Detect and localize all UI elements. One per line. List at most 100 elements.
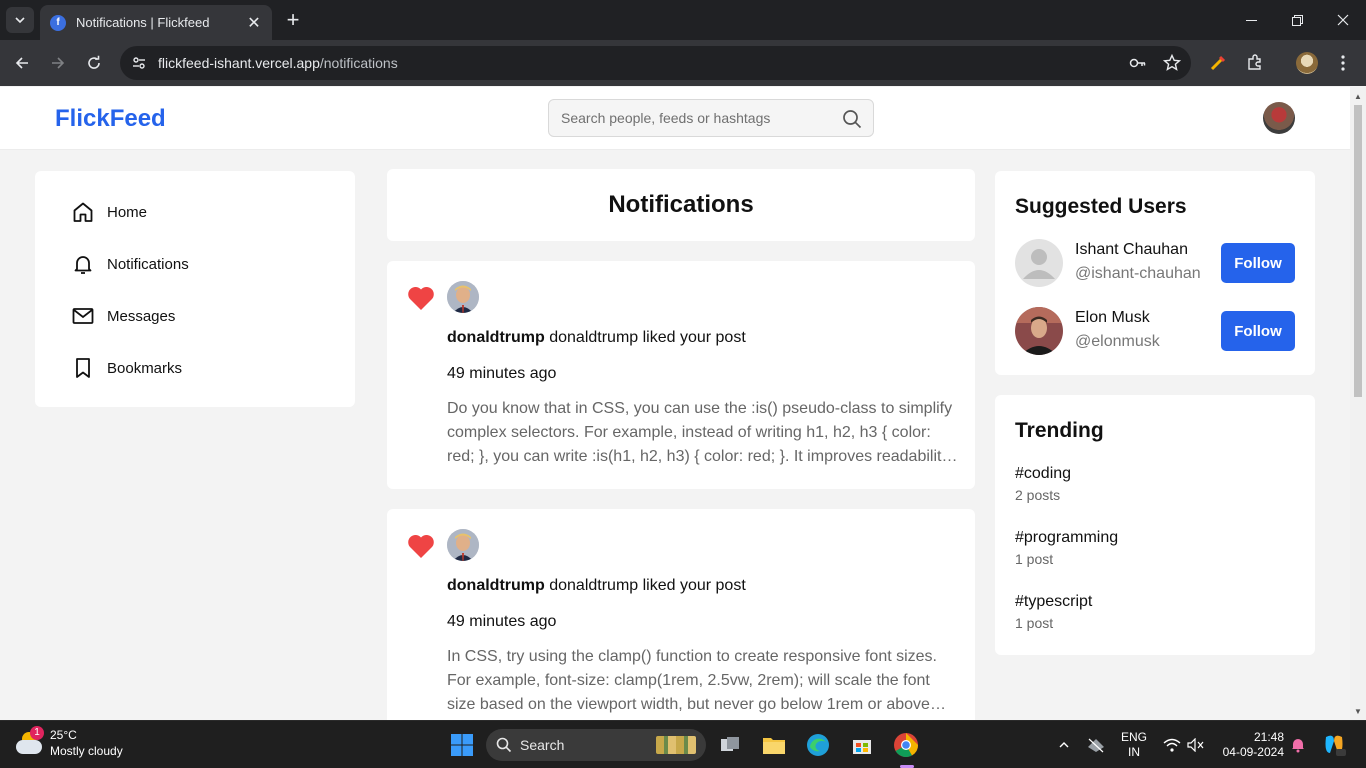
browser-menu-icon[interactable] xyxy=(1330,50,1356,76)
avatar[interactable] xyxy=(1015,307,1063,355)
trending-item[interactable]: #typescript 1 post xyxy=(1015,593,1092,631)
star-icon[interactable] xyxy=(1163,54,1181,72)
site-info-icon[interactable] xyxy=(122,46,156,80)
trending-count: 1 post xyxy=(1015,551,1054,567)
sidebar-item-messages[interactable]: Messages xyxy=(71,303,175,329)
trending-item[interactable]: #coding 2 posts xyxy=(1015,465,1071,503)
notification-text: donaldtrump donaldtrump liked your post xyxy=(447,329,746,347)
browser-tab-active[interactable]: f Notifications | Flickfeed ✕ xyxy=(40,5,272,40)
sidebar-item-notifications[interactable]: Notifications xyxy=(71,251,189,277)
file-explorer-icon[interactable] xyxy=(758,729,790,761)
notification-time: 49 minutes ago xyxy=(447,613,557,630)
os-taskbar: 1 25°C Mostly cloudy Search ENG IN 21:48… xyxy=(0,720,1366,768)
notification-post-preview[interactable]: Do you know that in CSS, you can use the… xyxy=(447,397,959,469)
reload-icon xyxy=(88,55,100,69)
profile-avatar-icon[interactable] xyxy=(1294,50,1320,76)
logo[interactable]: FlickFeed xyxy=(55,105,166,133)
avatar[interactable] xyxy=(1015,239,1063,287)
notification-post-preview[interactable]: In CSS, try using the clamp() function t… xyxy=(447,645,959,717)
avatar[interactable] xyxy=(447,281,479,313)
url-text: flickfeed-ishant.vercel.app/notification… xyxy=(158,55,398,71)
suggested-users-card: Suggested Users Ishant Chauhan @ishant-c… xyxy=(995,171,1315,375)
notification-item[interactable]: donaldtrump donaldtrump liked your post … xyxy=(387,261,975,489)
key-icon[interactable] xyxy=(1129,54,1147,72)
taskbar-search[interactable]: Search xyxy=(486,729,706,761)
minimize-button[interactable] xyxy=(1228,0,1274,40)
pen-extension-icon[interactable] xyxy=(1205,50,1231,76)
trending-item[interactable]: #programming 1 post xyxy=(1015,529,1118,567)
restore-icon xyxy=(1291,14,1303,26)
clock[interactable]: 21:48 04-09-2024 xyxy=(1214,730,1284,760)
notification-bell-icon[interactable] xyxy=(1282,729,1314,761)
notification-user[interactable]: donaldtrump xyxy=(447,329,545,346)
back-button[interactable] xyxy=(9,50,35,76)
task-view-icon[interactable] xyxy=(714,729,746,761)
new-tab-button[interactable]: + xyxy=(282,7,304,32)
trending-tag: #coding xyxy=(1015,465,1072,482)
edge-browser-icon[interactable] xyxy=(802,729,834,761)
notification-item[interactable]: donaldtrump donaldtrump liked your post … xyxy=(387,509,975,720)
page-scrollbar[interactable]: ▲ ▼ xyxy=(1350,87,1366,720)
search-icon[interactable] xyxy=(842,109,862,129)
omnibox-actions xyxy=(1129,46,1181,80)
network-off-icon[interactable] xyxy=(1080,729,1112,761)
clock-date: 04-09-2024 xyxy=(1222,745,1284,759)
user-avatar[interactable] xyxy=(1263,102,1295,134)
weather-desc: Mostly cloudy xyxy=(50,744,123,758)
scroll-thumb[interactable] xyxy=(1354,105,1362,397)
mail-icon xyxy=(71,304,95,328)
suggested-user-handle: @elonmusk xyxy=(1075,333,1160,350)
forward-button[interactable] xyxy=(45,50,71,76)
store-icon[interactable] xyxy=(846,729,878,761)
sidebar-item-bookmarks[interactable]: Bookmarks xyxy=(71,355,182,381)
url-host: flickfeed-ishant.vercel.app xyxy=(158,55,320,71)
trending-tag: #programming xyxy=(1015,529,1119,546)
weather-text: 25°C Mostly cloudy xyxy=(50,727,123,759)
page-title: Notifications xyxy=(608,191,754,218)
suggested-user: Ishant Chauhan @ishant-chauhan Follow xyxy=(1015,239,1295,287)
address-bar[interactable]: flickfeed-ishant.vercel.app/notification… xyxy=(120,46,1191,80)
scroll-up-arrow[interactable]: ▲ xyxy=(1350,89,1366,103)
sidebar-nav: Home Notifications Messages Bookmarks xyxy=(35,171,355,407)
page-viewport: FlickFeed Home Notifications Messages xyxy=(0,87,1350,720)
reload-button[interactable] xyxy=(81,50,107,76)
search-input[interactable] xyxy=(549,100,819,136)
speaker-muted-icon[interactable] xyxy=(1180,729,1212,761)
windows-start-icon[interactable] xyxy=(446,729,478,761)
close-window-button[interactable] xyxy=(1320,0,1366,40)
chrome-icon[interactable] xyxy=(890,729,922,768)
avatar[interactable] xyxy=(447,529,479,561)
arrow-left-icon xyxy=(15,57,28,69)
show-hidden-icons-chevron-icon[interactable] xyxy=(1048,729,1080,761)
sidebar-item-home[interactable]: Home xyxy=(71,199,147,225)
scroll-down-arrow[interactable]: ▼ xyxy=(1350,704,1366,718)
bookmark-icon xyxy=(71,356,95,380)
arrow-right-icon xyxy=(52,57,65,69)
tab-close-icon[interactable]: ✕ xyxy=(246,13,262,33)
suggested-user: Elon Musk @elonmusk Follow xyxy=(1015,307,1295,355)
notification-time: 49 minutes ago xyxy=(447,365,557,382)
suggested-user-name[interactable]: Ishant Chauhan xyxy=(1075,241,1188,259)
heart-icon xyxy=(408,534,434,558)
tab-search-button[interactable] xyxy=(6,7,34,33)
extensions-icon[interactable] xyxy=(1242,50,1268,76)
follow-button[interactable]: Follow xyxy=(1221,243,1295,283)
notification-user[interactable]: donaldtrump xyxy=(447,577,545,594)
search-icon xyxy=(496,737,512,753)
suggested-user-name[interactable]: Elon Musk xyxy=(1075,309,1150,327)
minimize-icon xyxy=(1245,19,1257,21)
suggested-users-title: Suggested Users xyxy=(1015,195,1187,218)
home-icon xyxy=(71,200,95,224)
language-line1: ENG xyxy=(1120,730,1147,744)
favicon-icon: f xyxy=(50,14,66,31)
language-indicator[interactable]: ENG IN xyxy=(1116,730,1152,760)
sidebar-item-label: Home xyxy=(107,203,148,221)
follow-button[interactable]: Follow xyxy=(1221,311,1295,351)
restore-button[interactable] xyxy=(1274,0,1320,40)
clock-time: 21:48 xyxy=(1253,730,1284,744)
weather-badge: 1 xyxy=(30,726,44,740)
weather-widget[interactable]: 1 25°C Mostly cloudy xyxy=(14,726,123,759)
sidebar-item-label: Notifications xyxy=(107,255,189,273)
trending-tag: #typescript xyxy=(1015,593,1093,610)
copilot-icon[interactable] xyxy=(1318,729,1350,761)
